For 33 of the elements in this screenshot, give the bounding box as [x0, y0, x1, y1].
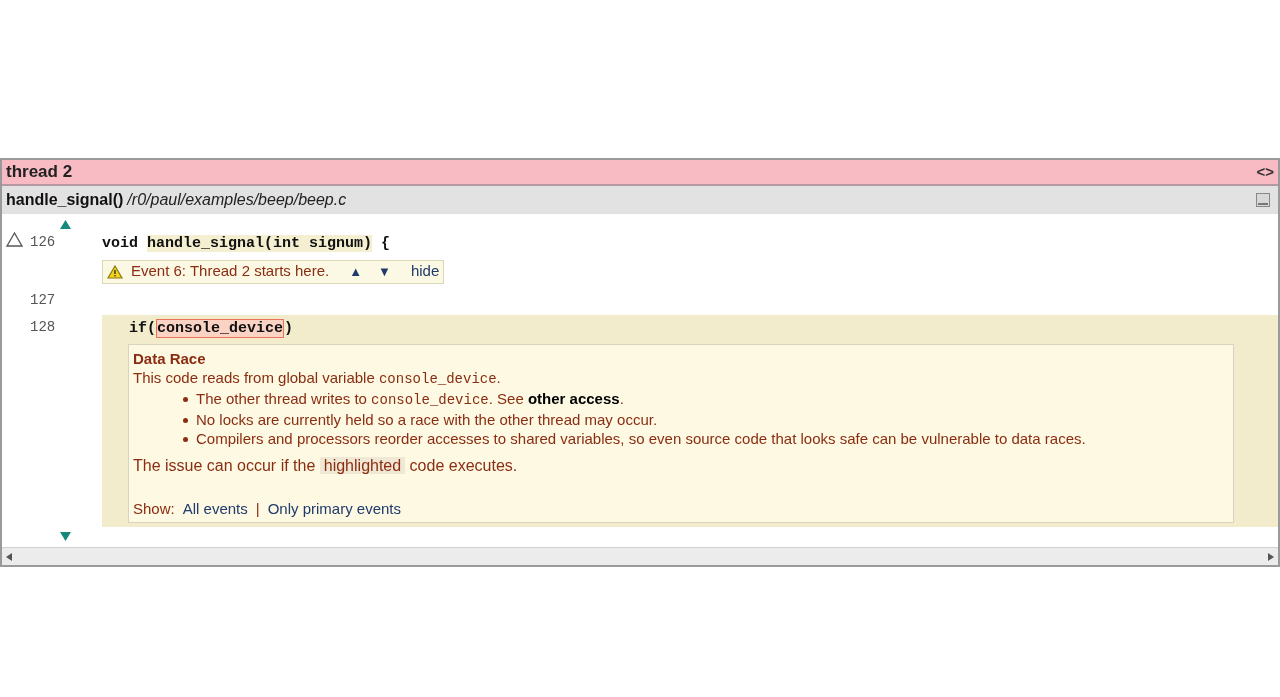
line-number: 128 — [30, 317, 56, 337]
bullet-icon — [183, 418, 188, 423]
horizontal-scrollbar[interactable] — [2, 547, 1278, 565]
bullet-icon — [183, 397, 188, 402]
event-text: Event 6: Thread 2 starts here. — [131, 261, 330, 282]
file-path: /r0/paul/examples/beep/beep.c — [127, 190, 347, 210]
panel-icon[interactable] — [1256, 193, 1270, 207]
line-number: 127 — [30, 290, 56, 310]
line-number: 126 — [30, 233, 56, 252]
issue-title: Data Race — [133, 349, 207, 368]
code-line: if(console_device) — [129, 318, 294, 338]
issue-description: This code reads from global variable console_device. — [133, 368, 502, 389]
show-label: Show: — [133, 499, 175, 518]
panel-title: thread 2 — [6, 161, 73, 184]
next-event-button[interactable]: ▼ — [378, 261, 391, 282]
show-option-link[interactable]: All events — [182, 499, 248, 518]
function-name: handle_signal() — [6, 190, 124, 210]
bullet-text: No locks are currently held so a race with the other thread may occur. — [196, 410, 658, 429]
bullet-text: Compilers and processors reorder accesses to shared variables, so even source code that looks safe can be vulnerable to data races. — [196, 429, 1086, 448]
separator: | — [255, 499, 260, 518]
issue-condition: The issue can occur if the highlighted code executes. — [133, 456, 519, 475]
hide-link[interactable]: hide — [410, 260, 440, 283]
bullet-text: The other thread writes to console_device. See other access. — [196, 389, 624, 410]
show-option-link[interactable]: Only primary events — [267, 499, 402, 518]
warning-icon — [107, 264, 123, 279]
code-line: void handle_signal(int signum) { — [102, 235, 391, 252]
scroll-right-icon[interactable] — [1268, 552, 1274, 561]
scroll-left-icon[interactable] — [6, 552, 12, 561]
scroll-down-icon[interactable] — [60, 531, 71, 541]
nav-button[interactable]: <> — [1256, 160, 1274, 184]
bullet-icon — [183, 437, 188, 442]
previous-event-button[interactable]: ▲ — [349, 261, 363, 282]
other-access-link[interactable]: other access — [527, 390, 620, 407]
